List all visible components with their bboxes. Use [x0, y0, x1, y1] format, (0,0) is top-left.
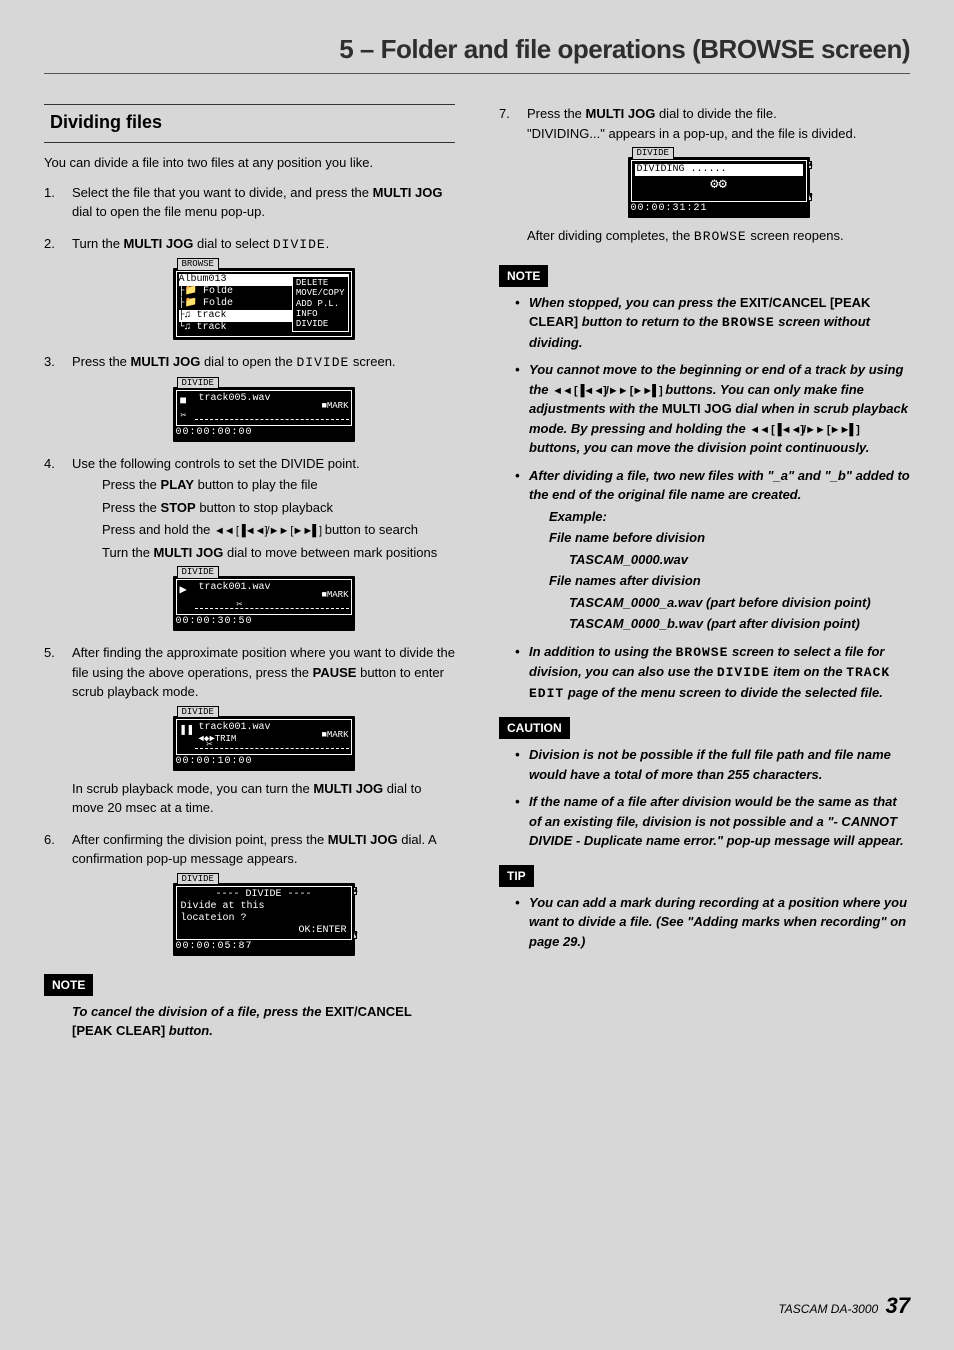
lcd-divide-scrub: DIVIDE ❚❚ track001.wav ◄◆►TRIM ■MARK ✂ 0…	[173, 716, 355, 771]
step-5: After finding the approximate position w…	[44, 643, 455, 818]
tip-bullet: You can add a mark during recording at a…	[515, 893, 910, 952]
note-bullet: In addition to using the BROWSE screen t…	[515, 642, 910, 704]
lcd-browse: BROWSE Album013 ├📁 Folde ├📁 Folde ├♫ tra…	[173, 268, 355, 340]
page-footer: TASCAM DA-3000 37	[778, 1289, 910, 1322]
caution-label: CAUTION	[499, 717, 570, 739]
scissors-icon: ✂	[181, 411, 187, 423]
caution-bullets: Division is not be possible if the full …	[499, 745, 910, 851]
scrollbar-icon: ▲▼	[808, 161, 812, 201]
step-3: Press the MULTI JOG dial to open the DIV…	[44, 352, 455, 442]
lcd-divide-play: DIVIDE ▶ track001.wav ■MARK ✂ 00:00:30:5…	[173, 576, 355, 631]
play-icon: ▶	[180, 583, 187, 597]
chapter-title: 5 – Folder and file operations (BROWSE s…	[44, 30, 910, 74]
step-1: Select the file that you want to divide,…	[44, 183, 455, 222]
content-columns: Dividing files You can divide a file int…	[44, 104, 910, 1041]
intro-text: You can divide a file into two files at …	[44, 153, 455, 173]
lcd-divide-confirm: DIVIDE ---- DIVIDE ---- Divide at this l…	[173, 883, 355, 956]
left-column: Dividing files You can divide a file int…	[44, 104, 455, 1041]
tip-bullets: You can add a mark during recording at a…	[499, 893, 910, 952]
note-bullet: When stopped, you can press the EXIT/CAN…	[515, 293, 910, 353]
steps-list: Select the file that you want to divide,…	[44, 183, 455, 956]
note-label: NOTE	[44, 974, 93, 996]
lcd-divide-initial: DIVIDE ■ track005.wav ■MARK ✂ 00:00:00:0…	[173, 387, 355, 442]
note-label: NOTE	[499, 265, 548, 287]
note-bullet: You cannot move to the beginning or end …	[515, 360, 910, 458]
lcd-dividing: DIVIDE DIVIDING ...... ⚙⚙ ▲▼ 00:00:31:21	[628, 157, 810, 218]
scissors-icon: ✂	[237, 600, 243, 612]
right-column: Press the MULTI JOG dial to divide the f…	[499, 104, 910, 1041]
steps-list-cont: Press the MULTI JOG dial to divide the f…	[499, 104, 910, 247]
scrollbar-icon: ▲▼	[353, 887, 357, 939]
step-6: After confirming the division point, pre…	[44, 830, 455, 956]
section-heading: Dividing files	[44, 104, 455, 143]
manual-page: 5 – Folder and file operations (BROWSE s…	[0, 0, 954, 1350]
footer-model: TASCAM DA-3000	[778, 1302, 878, 1316]
page-number: 37	[886, 1293, 910, 1318]
pause-icon: ❚❚	[180, 723, 194, 737]
caution-bullet: Division is not be possible if the full …	[515, 745, 910, 784]
transport-buttons: ◄◄ [▐◄◄]/►► [►►▌]	[214, 525, 321, 537]
step-2: Turn the MULTI JOG dial to select DIVIDE…	[44, 234, 455, 341]
note-text: To cancel the division of a file, press …	[44, 1002, 455, 1041]
scissors-icon: ✂	[207, 740, 213, 752]
gears-icon: ⚙⚙	[634, 177, 804, 194]
stop-icon: ■	[180, 394, 187, 408]
tip-label: TIP	[499, 865, 534, 887]
step-4: Use the following controls to set the DI…	[44, 454, 455, 632]
step-7: Press the MULTI JOG dial to divide the f…	[499, 104, 910, 247]
note-bullets: When stopped, you can press the EXIT/CAN…	[499, 293, 910, 704]
caution-bullet: If the name of a file after division wou…	[515, 792, 910, 851]
note-bullet: After dividing a file, two new files wit…	[515, 466, 910, 634]
